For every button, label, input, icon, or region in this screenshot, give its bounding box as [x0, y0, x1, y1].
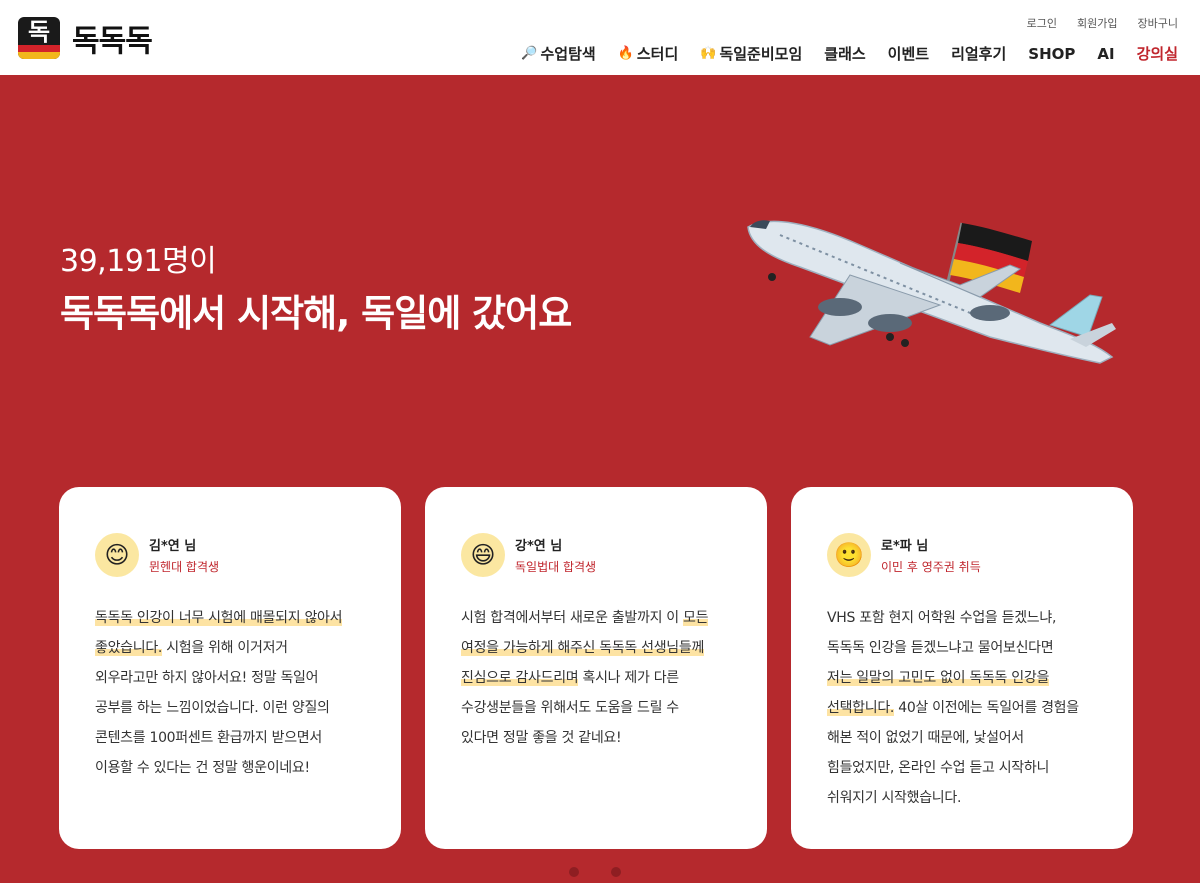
review-line: 여정을 가능하게 해주신 독독독 선생님들께	[461, 633, 731, 663]
nav-item-label: 스터디	[636, 45, 679, 63]
review-line: 이용할 수 있다는 건 정말 행운이네요!	[95, 753, 365, 783]
nav-item-label: 강의실	[1136, 45, 1178, 63]
reviewer-name: 로*파 님	[881, 539, 929, 554]
reviewer-tag: 독일법대 합격생	[515, 560, 597, 574]
magnifier-icon: 🔎	[521, 46, 538, 61]
site-header: 독 독독독 로그인 회원가입 장바구니 🔎 수업탐색 🔥 스터디 🙌 독일준비모…	[0, 0, 1200, 75]
review-line: 독독독 인강이 너무 시험에 매몰되지 않아서	[95, 603, 365, 633]
nav-item-event[interactable]: 이벤트	[888, 43, 929, 64]
review-line: 독독독 인강을 듣겠느냐고 물어보신다면	[827, 633, 1097, 663]
logo-band-red	[18, 45, 60, 52]
highlight: 선택합니다.	[827, 700, 895, 716]
highlight: 저는 일말의 고민도 없이 독독독 인강을	[827, 670, 1050, 686]
highlight: 독독독 인강이 너무 시험에 매몰되지 않아서	[95, 610, 343, 626]
review-line: 콘텐츠를 100퍼센트 환급까지 받으면서	[95, 723, 365, 753]
cart-link[interactable]: 장바구니	[1138, 15, 1178, 31]
text: 쉬워지기 시작했습니다.	[827, 790, 962, 806]
nav-item-shop[interactable]: SHOP	[1028, 45, 1075, 63]
reviewer: 🙂 로*파 님 이민 후 영주권 취득	[827, 533, 1097, 577]
highlight: 진심으로 감사드리며	[461, 670, 579, 686]
utility-links: 로그인 회원가입 장바구니	[1027, 15, 1178, 31]
review-line: 있다면 정말 좋을 것 같네요!	[461, 723, 731, 753]
review-line: 수강생분들을 위해서도 도움을 드릴 수	[461, 693, 731, 723]
review-line: 힘들었지만, 온라인 수업 듣고 시작하니	[827, 753, 1097, 783]
text: 40살 이전에는 독일어를 경험을	[894, 700, 1079, 716]
avatar-icon: 😄	[461, 533, 505, 577]
pager-dot[interactable]	[611, 867, 621, 877]
reviewer-name: 김*연 님	[149, 539, 197, 554]
text: 혹시나 제가 다른	[578, 670, 680, 686]
nav-item-class[interactable]: 클래스	[824, 43, 865, 64]
logo-glyph: 독	[27, 18, 51, 46]
reviewer: 😄 강*연 님 독일법대 합격생	[461, 533, 731, 577]
nav-item-label: 이벤트	[887, 45, 930, 63]
raised-hands-icon: 🙌	[700, 46, 717, 61]
text: 콘텐츠를 100퍼센트 환급까지 받으면서	[95, 730, 322, 746]
review-line: 외우라고만 하지 않아서요! 정말 독일어	[95, 663, 365, 693]
nav-item-ai[interactable]: AI	[1097, 45, 1114, 63]
hero-title: 독독독에서 시작해, 독일에 갔어요	[60, 292, 572, 335]
nav-item-label: AI	[1097, 44, 1115, 63]
review-line: VHS 포함 현지 어학원 수업을 듣겠느냐,	[827, 603, 1097, 633]
review-card[interactable]: 🙂 로*파 님 이민 후 영주권 취득 VHS 포함 현지 어학원 수업을 듣겠…	[791, 487, 1133, 849]
avatar-icon: 🙂	[827, 533, 871, 577]
text: 수강생분들을 위해서도 도움을 드릴 수	[461, 700, 679, 716]
nav-item-label: 수업탐색	[540, 45, 596, 63]
reviewer: 😊 김*연 님 뮌헨대 합격생	[95, 533, 365, 577]
nav-item-label: 클래스	[824, 45, 866, 63]
fire-icon: 🔥	[617, 46, 634, 61]
highlight: 여정을 가능하게 해주신 독독독 선생님들께	[461, 640, 705, 656]
reviewer-tag: 이민 후 영주권 취득	[881, 560, 981, 574]
avatar-icon: 😊	[95, 533, 139, 577]
review-card[interactable]: 😄 강*연 님 독일법대 합격생 시험 합격에서부터 새로운 출발까지 이 모든…	[425, 487, 767, 849]
logo-mark-icon: 독	[18, 17, 60, 59]
text: VHS 포함 현지 어학원 수업을 듣겠느냐,	[827, 610, 1057, 626]
nav-item-label: 리얼후기	[951, 45, 1007, 63]
highlight: 좋았습니다.	[95, 640, 163, 656]
text: 힘들었지만, 온라인 수업 듣고 시작하니	[827, 760, 1050, 776]
text: 외우라고만 하지 않아서요! 정말 독일어	[95, 670, 319, 686]
airplane-with-flag-icon	[747, 220, 1116, 364]
highlight: 모든	[683, 610, 709, 626]
review-line: 진심으로 감사드리며 혹시나 제가 다른	[461, 663, 731, 693]
review-line: 선택합니다. 40살 이전에는 독일어를 경험을	[827, 693, 1097, 723]
text: 있다면 정말 좋을 것 같네요!	[461, 730, 622, 746]
nav-item-label: SHOP	[1028, 44, 1076, 63]
review-text: 독독독 인강이 너무 시험에 매몰되지 않아서 좋았습니다. 시험을 위해 이거…	[95, 603, 365, 783]
reviewer-name: 강*연 님	[515, 539, 563, 554]
nav-item-classroom[interactable]: 강의실	[1137, 43, 1178, 64]
nav-item-label: 독일준비모임	[719, 45, 803, 63]
logo-band-gold	[18, 52, 60, 59]
review-line: 쉬워지기 시작했습니다.	[827, 783, 1097, 813]
nav-item-reviews[interactable]: 리얼후기	[951, 43, 1006, 64]
text: 시험을 위해 이거저거	[162, 640, 288, 656]
main-nav: 🔎 수업탐색 🔥 스터디 🙌 독일준비모임 클래스 이벤트 리얼후기 SHOP …	[521, 43, 1178, 64]
review-card[interactable]: 😊 김*연 님 뮌헨대 합격생 독독독 인강이 너무 시험에 매몰되지 않아서 …	[59, 487, 401, 849]
text: 시험 합격에서부터 새로운 출발까지 이	[461, 610, 684, 626]
signup-link[interactable]: 회원가입	[1077, 15, 1117, 31]
review-line: 좋았습니다. 시험을 위해 이거저거	[95, 633, 365, 663]
logo-text: 독독독	[72, 24, 153, 59]
text: 독독독 인강을 듣겠느냐고 물어보신다면	[827, 640, 1054, 656]
nav-item-meetup[interactable]: 🙌 독일준비모임	[700, 43, 802, 64]
login-link[interactable]: 로그인	[1027, 15, 1057, 31]
nav-item-study[interactable]: 🔥 스터디	[618, 43, 679, 64]
carousel-pager	[569, 867, 621, 877]
pager-dot[interactable]	[569, 867, 579, 877]
text: 해본 적이 없었기 때문에, 낯설어서	[827, 730, 1024, 746]
text: 이용할 수 있다는 건 정말 행운이네요!	[95, 760, 310, 776]
text: 공부를 하는 느낌이었습니다. 이런 양질의	[95, 700, 330, 716]
review-line: 시험 합격에서부터 새로운 출발까지 이 모든	[461, 603, 731, 633]
logo[interactable]: 독 독독독	[18, 16, 153, 60]
hero-count: 39,191명이	[60, 244, 217, 279]
review-text: 시험 합격에서부터 새로운 출발까지 이 모든 여정을 가능하게 해주신 독독독…	[461, 603, 731, 753]
review-line: 해본 적이 없었기 때문에, 낯설어서	[827, 723, 1097, 753]
review-text: VHS 포함 현지 어학원 수업을 듣겠느냐, 독독독 인강을 듣겠느냐고 물어…	[827, 603, 1097, 813]
reviewer-tag: 뮌헨대 합격생	[149, 560, 220, 574]
review-line: 공부를 하는 느낌이었습니다. 이런 양질의	[95, 693, 365, 723]
nav-item-explore[interactable]: 🔎 수업탐색	[521, 43, 595, 64]
review-line: 저는 일말의 고민도 없이 독독독 인강을	[827, 663, 1097, 693]
